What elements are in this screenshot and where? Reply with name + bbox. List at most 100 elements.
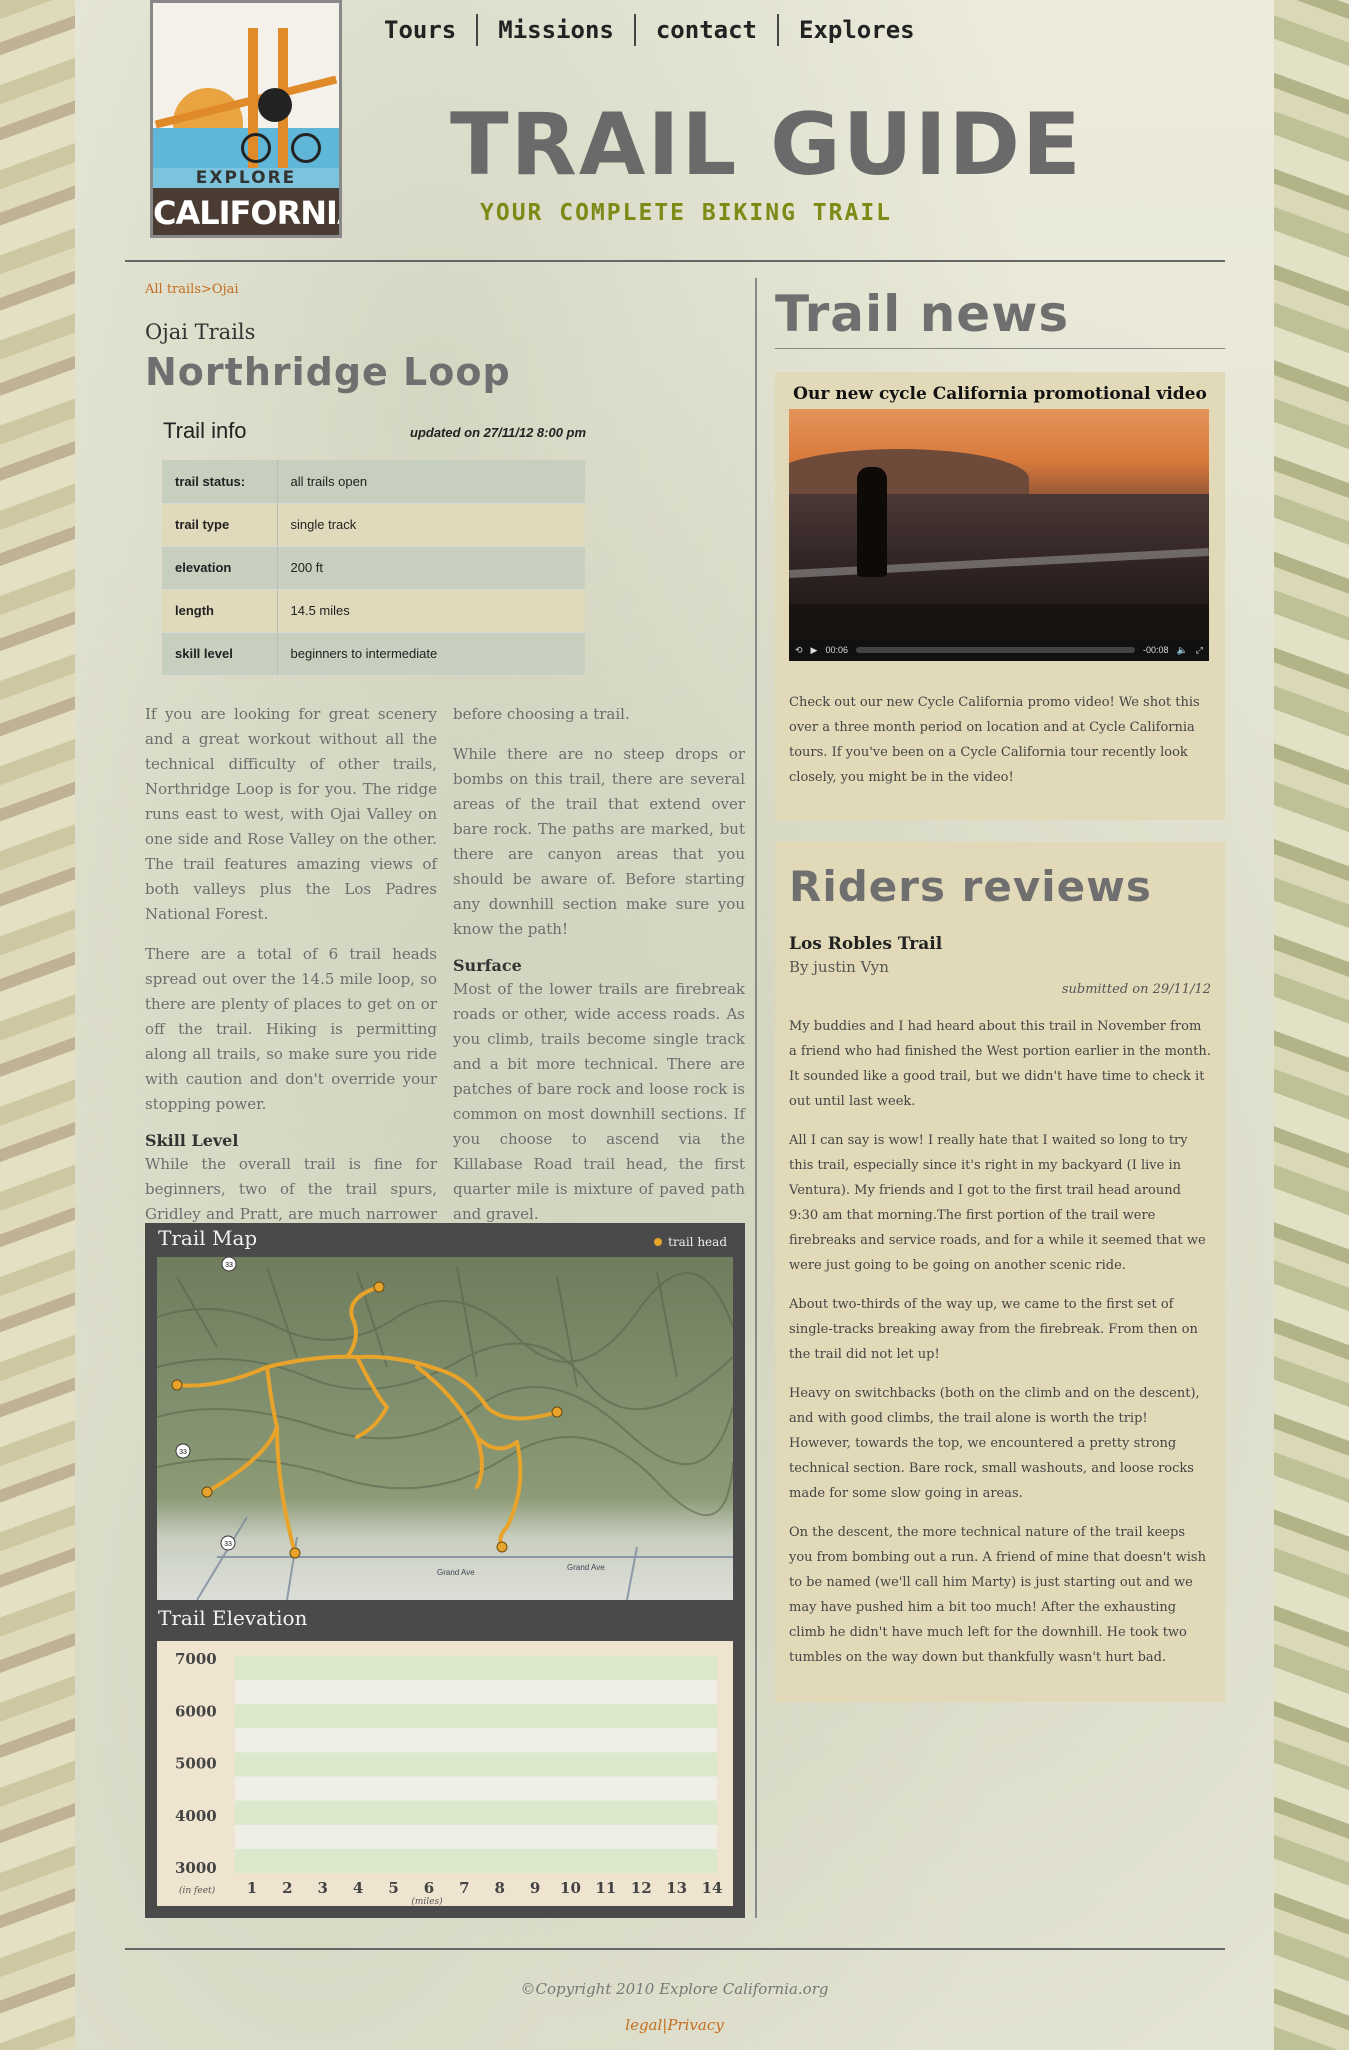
route-shield-label: 33 bbox=[224, 1541, 232, 1548]
elevation-band bbox=[235, 1704, 717, 1729]
play-icon[interactable]: ▶ bbox=[811, 645, 818, 656]
elevation-graphic: 700060005000400030001 2 3 4 5 6 7 8 9 10 11 12 13 14(… bbox=[175, 1650, 723, 1906]
x-tick-label: 12 bbox=[631, 1879, 652, 1897]
riders-reviews-title: Riders reviews bbox=[789, 862, 1152, 911]
video-progress-bar[interactable] bbox=[856, 647, 1136, 653]
route-shield-label: 33 bbox=[179, 1449, 187, 1456]
road-label: Grand Ave bbox=[437, 1568, 475, 1577]
trail-head-icon[interactable] bbox=[171, 1379, 183, 1391]
y-tick-label: 6000 bbox=[175, 1702, 217, 1720]
promo-video-player[interactable]: ⟲ ▶ 00:06 -00:08 🔈 ⤢ bbox=[789, 409, 1209, 661]
review-paragraph: My buddies and I had heard about this tr… bbox=[789, 1019, 1211, 1109]
video-title: Our new cycle California promotional vid… bbox=[793, 384, 1207, 404]
table-row: elevation 200 ft bbox=[162, 546, 585, 590]
elevation-band bbox=[235, 1680, 717, 1705]
region-heading: Ojai Trails bbox=[145, 320, 256, 344]
article-paragraph: While there are no steep drops or bombs … bbox=[453, 745, 745, 938]
review-trail-name: Los Robles Trail bbox=[789, 934, 943, 954]
table-row: trail status: all trails open bbox=[162, 460, 585, 504]
info-value: 14.5 miles bbox=[277, 589, 585, 633]
x-tick-label: 7 bbox=[459, 1879, 469, 1897]
nav-explores[interactable]: Explores bbox=[777, 14, 935, 46]
elevation-band bbox=[235, 1752, 717, 1777]
trail-info-title: Trail info bbox=[163, 418, 247, 443]
elevation-band bbox=[235, 1824, 717, 1849]
trail-head-legend-icon bbox=[654, 1238, 663, 1246]
article-column-1: If you are looking for great scenery and… bbox=[145, 702, 437, 1292]
table-row: skill level beginners to intermediate bbox=[162, 632, 585, 676]
site-title: TRAIL GUIDE bbox=[450, 95, 1083, 195]
trail-map[interactable]: Grand Ave Grand Ave 33 33 33 bbox=[157, 1257, 733, 1600]
road-network bbox=[196, 1516, 733, 1600]
info-key: length bbox=[162, 589, 278, 633]
nav-missions[interactable]: Missions bbox=[476, 14, 634, 46]
info-value: all trails open bbox=[277, 460, 585, 504]
video-frame-silhouette bbox=[857, 467, 887, 577]
breadcrumb-ojai[interactable]: Ojai bbox=[212, 282, 239, 297]
trail-lines bbox=[175, 1285, 559, 1555]
privacy-link[interactable]: Privacy bbox=[667, 2016, 723, 2034]
map-graphic: Grand Ave Grand Ave 33 33 33 bbox=[157, 1257, 733, 1600]
y-axis-unit: (in feet) bbox=[179, 1885, 216, 1896]
cyclist-illustration bbox=[258, 88, 292, 122]
x-tick-label: 14 bbox=[702, 1879, 723, 1897]
trail-head-markers[interactable] bbox=[171, 1281, 563, 1559]
elevation-band bbox=[235, 1656, 717, 1681]
info-value: beginners to intermediate bbox=[277, 632, 585, 676]
x-tick-label: 11 bbox=[595, 1879, 616, 1897]
road-label: Grand Ave bbox=[567, 1563, 605, 1572]
review-paragraph: Heavy on switchbacks (both on the climb … bbox=[789, 1386, 1200, 1501]
y-tick-label: 3000 bbox=[175, 1859, 217, 1877]
route-shields: 33 33 33 bbox=[175, 1257, 237, 1551]
article-paragraph: Most of the lower trails are firebreak r… bbox=[453, 980, 745, 1223]
video-controls: ⟲ ▶ 00:06 -00:08 🔈 ⤢ bbox=[789, 639, 1209, 661]
y-tick-label: 7000 bbox=[175, 1650, 217, 1668]
x-tick-label: 10 bbox=[560, 1879, 581, 1897]
review-date: submitted on 29/11/12 bbox=[1061, 982, 1211, 997]
article-paragraph: If you are looking for great scenery and… bbox=[145, 705, 437, 923]
trail-head-icon[interactable] bbox=[496, 1541, 508, 1553]
trail-head-icon[interactable] bbox=[373, 1281, 385, 1293]
trail-elevation-title: Trail Elevation bbox=[158, 1606, 308, 1630]
nav-tours[interactable]: Tours bbox=[372, 14, 476, 46]
volume-icon[interactable]: 🔈 bbox=[1177, 645, 1188, 656]
x-axis-unit: (miles) bbox=[411, 1896, 443, 1906]
elevation-band bbox=[235, 1776, 717, 1801]
legal-link[interactable]: legal bbox=[625, 2016, 662, 2034]
info-key: trail status: bbox=[162, 460, 278, 504]
footer-divider bbox=[125, 1948, 1225, 1950]
trail-info-updated: updated on 27/11/12 8:00 pm bbox=[410, 425, 587, 440]
article-column-2: before choosing a trail. While there are… bbox=[453, 702, 745, 1242]
news-divider bbox=[775, 348, 1225, 349]
replay-icon[interactable]: ⟲ bbox=[795, 645, 803, 656]
page-background-left bbox=[0, 0, 75, 2050]
x-tick-label: 9 bbox=[530, 1879, 540, 1897]
x-tick-label: 1 bbox=[247, 1879, 257, 1897]
trail-head-icon[interactable] bbox=[289, 1547, 301, 1559]
y-tick-label: 5000 bbox=[175, 1755, 217, 1773]
page-background-right bbox=[1274, 0, 1349, 2050]
x-tick-label: 13 bbox=[666, 1879, 687, 1897]
news-panel: Our new cycle California promotional vid… bbox=[775, 372, 1225, 820]
trail-head-icon[interactable] bbox=[201, 1486, 213, 1498]
review-body: My buddies and I had heard about this tr… bbox=[789, 1014, 1211, 1684]
trail-head-icon[interactable] bbox=[551, 1406, 563, 1418]
trail-map-panel: Trail Map trail head Grand Ave Grand Ave bbox=[145, 1223, 745, 1918]
breadcrumb-all-trails[interactable]: All trails bbox=[145, 282, 201, 297]
info-key: skill level bbox=[162, 632, 278, 676]
logo-top-text: EXPLORE bbox=[153, 168, 339, 188]
x-tick-label: 5 bbox=[388, 1879, 398, 1897]
review-paragraph: About two-thirds of the way up, we came … bbox=[789, 1297, 1198, 1362]
x-tick-label: 4 bbox=[353, 1879, 363, 1897]
site-logo[interactable]: EXPLORE CALIFORNIA bbox=[150, 0, 342, 238]
route-shield-label: 33 bbox=[225, 1262, 233, 1269]
footer-links: legal|Privacy bbox=[0, 2016, 1349, 2034]
x-tick-label: 3 bbox=[318, 1879, 328, 1897]
fullscreen-icon[interactable]: ⤢ bbox=[1196, 645, 1203, 656]
map-legend: trail head bbox=[654, 1235, 727, 1249]
nav-contact[interactable]: contact bbox=[633, 14, 777, 46]
table-row: trail type single track bbox=[162, 503, 585, 547]
main-nav: Tours Missions contact Explores bbox=[372, 14, 935, 46]
trail-map-title: Trail Map bbox=[158, 1226, 258, 1250]
trail-info-table: trail status: all trails open trail type s… bbox=[162, 460, 585, 676]
